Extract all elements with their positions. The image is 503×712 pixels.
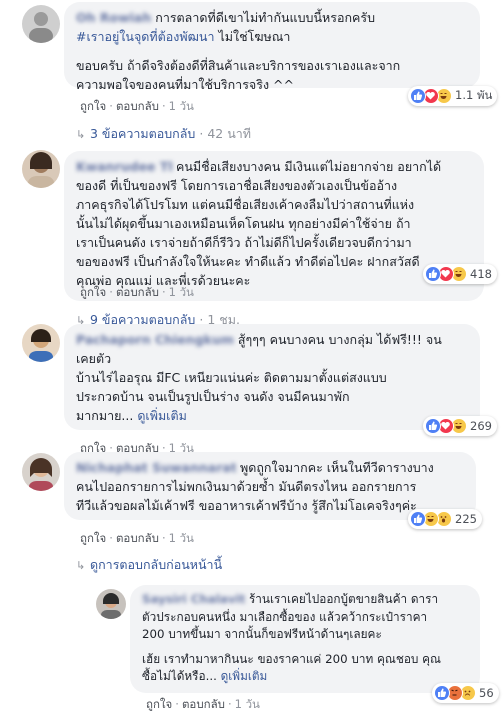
comment-text: ไม่ใช่โฆษณา [214, 29, 291, 44]
replies-time: 42 นาที [207, 126, 252, 141]
reaction-summary[interactable]: 418 [423, 264, 497, 284]
comment-text-line: บ้านไร่ไออรุณ มีFC เหนียวแน่นค่ะ ติดตามม… [76, 370, 387, 385]
reply-time[interactable]: 1 วัน [235, 697, 260, 711]
reply-actions: ถูกใจ · ตอบกลับ · 1 วัน [146, 697, 260, 711]
like-reaction-icon [425, 418, 441, 434]
reply-text-line: 200 บาทขึ้นมา จากนั้นก็ขอฟรีหน้าด้านๆเลย… [142, 627, 382, 641]
comment-text-line: คนมีชื่อเสียงบางคน มีเงินแต่ไม่อยากจ่าย … [175, 159, 442, 174]
reaction-count: 418 [470, 267, 492, 281]
commenter-name[interactable]: Nichaphat Suwannarat [76, 458, 236, 477]
comment-actions: ถูกใจ · ตอบกลับ · 1 วัน [80, 99, 194, 113]
comment-text-line: การตลาดที่ดีเขาไม่ทำกันแบบนี้หรอกครับ [155, 10, 376, 25]
comment-text-line: สู้ๆๆๆ คนบางคน บางกลุ่ม ได้ฟรี!!! จน [237, 332, 442, 347]
comment-actions: ถูกใจ · ตอบกลับ · 1 วัน [80, 531, 194, 545]
comment-bubble: Oh Rowiah การตลาดที่ดีเขาไม่ทำกันแบบนี้ห… [64, 2, 480, 92]
comment-text-line: ประกวดบ้าน จนเป็นรูปเป็นร่าง จนดัง จนมีค… [76, 389, 350, 404]
reaction-summary[interactable]: 56 [432, 683, 499, 703]
commenter-avatar[interactable] [22, 324, 60, 362]
reply-arrow-icon: ↳ [76, 559, 86, 572]
reply-text-line: ตัวประกอบคนหนึ่ง มาเลือกซื้อของ แล้วคว้า… [142, 609, 428, 624]
reaction-summary[interactable]: 269 [423, 416, 497, 436]
replies-count-label[interactable]: 3 ข้อความตอบกลับ [90, 126, 195, 141]
like-button[interactable]: ถูกใจ [80, 99, 106, 113]
reaction-summary[interactable]: 225 [408, 509, 482, 529]
comment-text-line: ภาคธุรกิจได้โปรโมท แต่คนมีชื่อเสียงเค้าค… [76, 197, 415, 212]
comment-text-line: เราเป็นคนดัง เราจ่ายถ้าดีก็รีวิว ถ้าไม่ด… [76, 235, 412, 250]
reaction-count: 269 [470, 419, 492, 433]
comment-bubble: Pachaporn Chiengkum สู้ๆๆๆ คนบางคน บางกล… [64, 324, 480, 430]
like-reaction-icon [410, 88, 426, 104]
comment-text-line: ทีวีแล้วขอผลไม้เค้าฟรี ขออาหารเค้าฟรีบ้า… [76, 498, 417, 513]
comment-text-line: คนไปออกรายการไม่พกเงินมาด้วยซ้ำ มันดีตรง… [76, 479, 417, 494]
reply-button[interactable]: ตอบกลับ [116, 285, 159, 299]
comment-time[interactable]: 1 วัน [169, 99, 194, 113]
previous-replies-label[interactable]: ดูการตอบกลับก่อนหน้านี้ [90, 557, 222, 572]
view-replies-link[interactable]: ↳ 3 ข้อความตอบกลับ · 42 นาที [76, 124, 251, 144]
like-button[interactable]: ถูกใจ [146, 697, 172, 711]
reply-button[interactable]: ตอบกลับ [116, 531, 159, 545]
reaction-count: 56 [479, 686, 494, 700]
see-more-link[interactable]: ดูเพิ่มเติม [137, 408, 187, 423]
reply-text-line: ร้านเราเคยไปออกบู้ตขายสินค้า ดารา [248, 592, 439, 606]
replier-name[interactable]: Saysiri Chalavit [142, 592, 245, 606]
commenter-name[interactable]: Kwanrudee Tharawan [76, 157, 172, 176]
reply-text-line [142, 644, 468, 651]
commenter-avatar[interactable] [22, 5, 60, 43]
view-previous-replies-link[interactable]: ↳ ดูการตอบกลับก่อนหน้านี้ [76, 555, 222, 575]
reply-button[interactable]: ตอบกลับ [116, 99, 159, 113]
comment-time[interactable]: 1 วัน [169, 531, 194, 545]
like-button[interactable]: ถูกใจ [80, 531, 106, 545]
reply-text-line: เฮ้ย เราทำมาหากินนะ ของราคาแค่ 200 บาท ค… [142, 651, 441, 666]
reaction-count: 225 [455, 512, 477, 526]
reply-bubble: Saysiri Chalavit ร้านเราเคยไปออกบู้ตขายส… [130, 585, 480, 693]
comment-bubble: Kwanrudee Tharawan คนมีชื่อเสียงบางคน มี… [64, 151, 484, 301]
replier-avatar[interactable] [96, 589, 126, 619]
reply-text-line: ซื้อไม่ได้หรือ... [142, 669, 221, 683]
like-reaction-icon [425, 266, 441, 282]
reply-button[interactable]: ตอบกลับ [182, 697, 225, 711]
comment-text-line: เคยตัว [76, 351, 112, 366]
comment-text-line: มากมาย... [76, 408, 138, 423]
comment-actions: ถูกใจ · ตอบกลับ · 1 วัน [80, 285, 194, 299]
hashtag-link[interactable]: #เราอยู่ในจุดที่ต้องพัฒนา [76, 29, 214, 44]
comment-text-line: ขอบครับ ถ้าดีจริงต้องดีที่สินค้าและบริกา… [76, 58, 401, 73]
like-reaction-icon [410, 511, 426, 527]
commenter-name[interactable]: Oh Rowiah [76, 10, 151, 25]
reply-arrow-icon: ↳ [76, 128, 86, 141]
see-more-link[interactable]: ดูเพิ่มเติม [221, 669, 268, 683]
comment-text-line: ขอของฟรี เป็นกำลังใจให้นะคะ ทำดีแล้ว ทำด… [76, 254, 420, 269]
comment-text-line: ของดี ที่เป็นของฟรี โดยการเอาชื่อเสียงขอ… [76, 178, 398, 193]
comment-time[interactable]: 1 วัน [169, 285, 194, 299]
comment-text-line [76, 46, 468, 56]
commenter-avatar[interactable] [22, 150, 60, 188]
commenter-name[interactable]: Pachaporn Chiengkum [76, 332, 234, 347]
comment-text-line: นั้นไม่ได้ผุดขึ้นมาเองเหมือนเห็ดโดนฝน ทุ… [76, 216, 411, 231]
reaction-summary[interactable]: 1.1 พัน [408, 86, 498, 106]
commenter-avatar[interactable] [22, 453, 60, 491]
like-reaction-icon [434, 685, 450, 701]
comment-text-line: พูดถูกใจมากคะ เห็นในทีวีดารางบาง [239, 460, 434, 475]
reaction-count: 1.1 พัน [455, 88, 493, 102]
like-button[interactable]: ถูกใจ [80, 285, 106, 299]
